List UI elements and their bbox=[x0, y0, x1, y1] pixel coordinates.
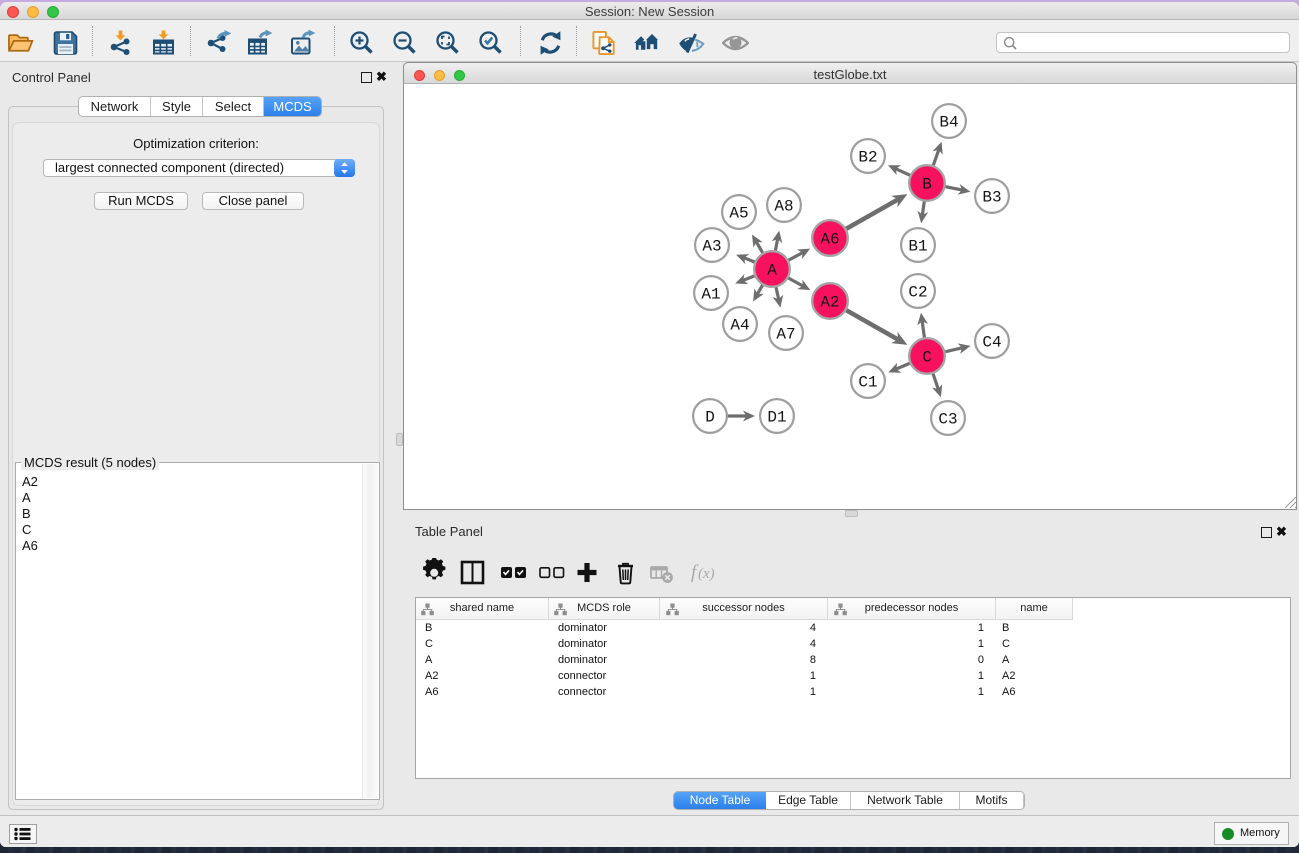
svg-text:B3: B3 bbox=[982, 189, 1001, 207]
svg-text:A1: A1 bbox=[701, 286, 720, 304]
svg-text:A7: A7 bbox=[776, 326, 795, 344]
svg-text:A3: A3 bbox=[702, 238, 721, 256]
svg-text:A8: A8 bbox=[774, 198, 793, 216]
svg-text:D1: D1 bbox=[767, 409, 786, 427]
svg-text:C3: C3 bbox=[938, 411, 957, 429]
svg-text:A: A bbox=[767, 262, 777, 280]
svg-text:C4: C4 bbox=[982, 334, 1001, 352]
svg-text:B2: B2 bbox=[858, 149, 877, 167]
svg-text:A2: A2 bbox=[820, 294, 839, 312]
svg-text:(x): (x) bbox=[698, 566, 715, 582]
svg-text:A6: A6 bbox=[820, 231, 839, 249]
svg-text:C: C bbox=[922, 349, 932, 367]
svg-text:B1: B1 bbox=[908, 238, 927, 256]
svg-text:B4: B4 bbox=[939, 114, 958, 132]
svg-text:C1: C1 bbox=[858, 374, 877, 392]
svg-text:C2: C2 bbox=[908, 284, 927, 302]
svg-text:A4: A4 bbox=[730, 317, 749, 335]
svg-text:B: B bbox=[922, 176, 932, 194]
svg-text:D: D bbox=[705, 409, 715, 427]
svg-text:A5: A5 bbox=[729, 205, 748, 223]
